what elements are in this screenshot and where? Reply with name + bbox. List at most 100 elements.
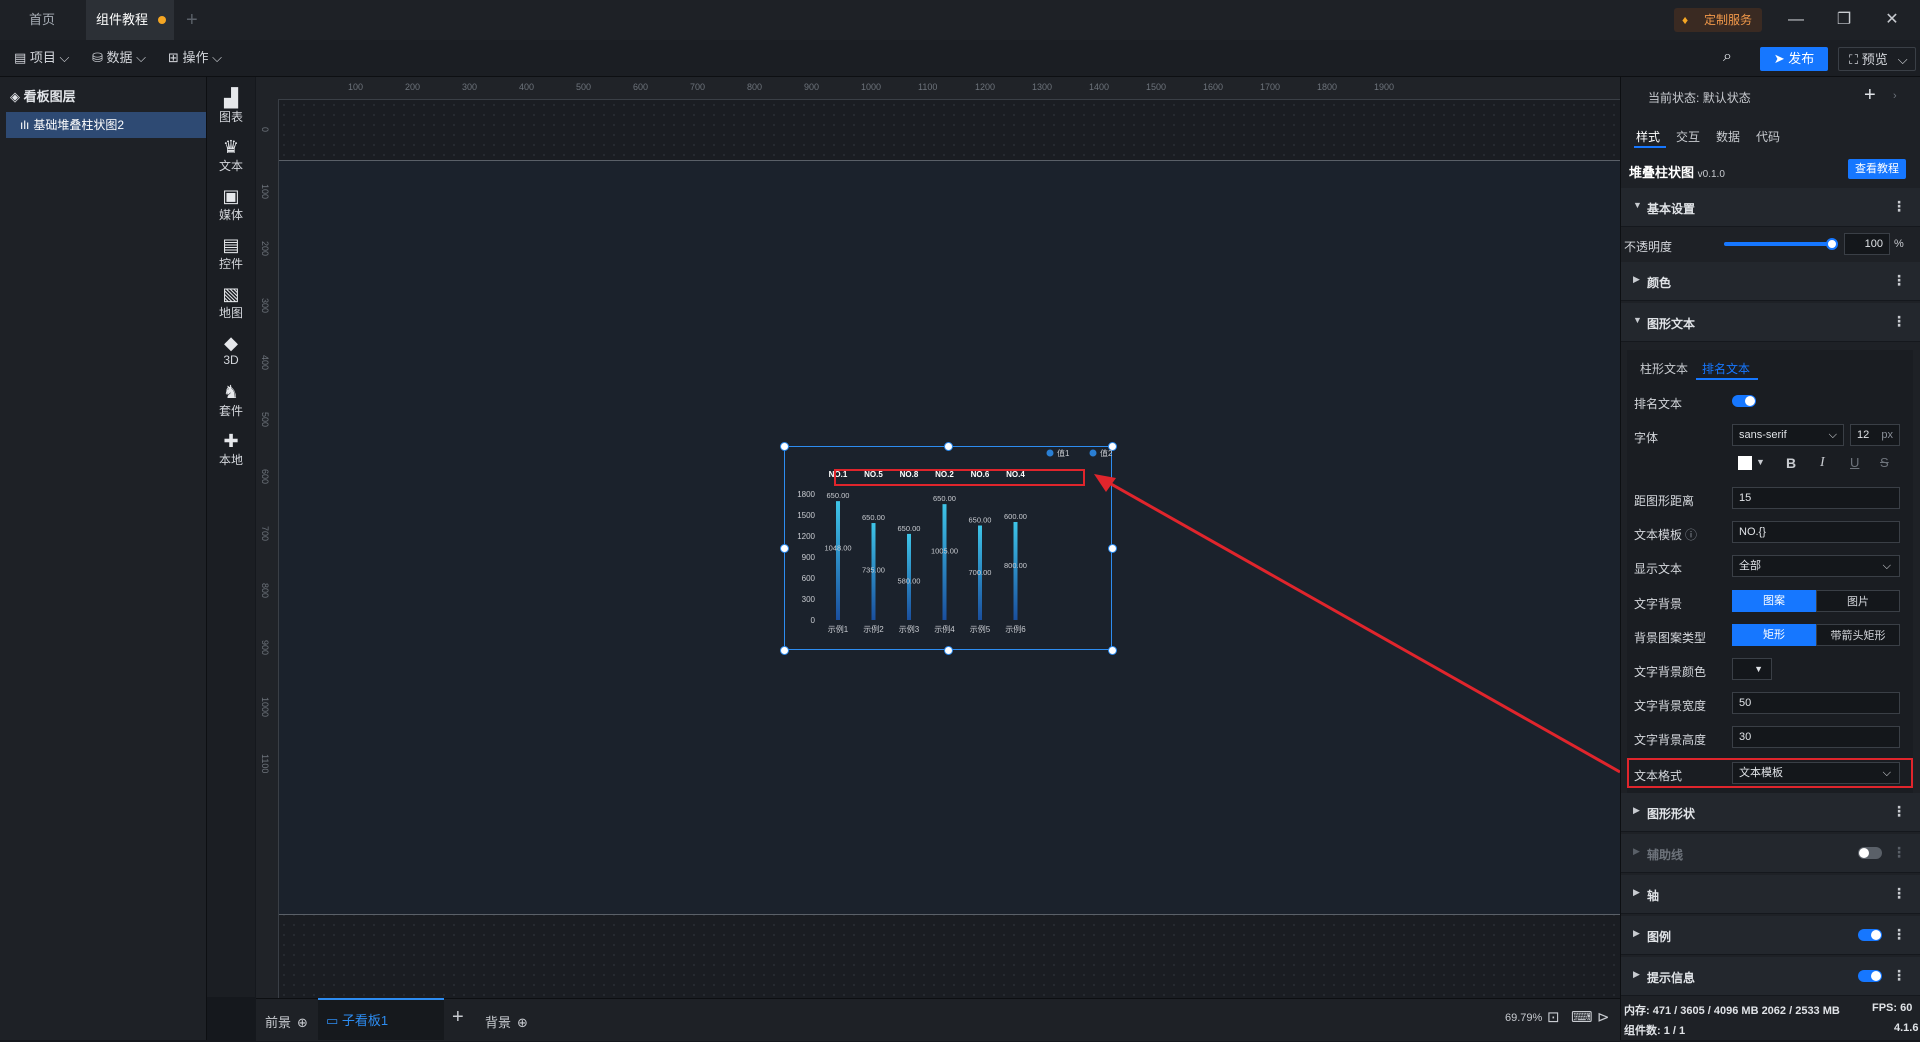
ruler-tick-label: 800: [747, 82, 763, 92]
subtab-bar-text[interactable]: 柱形文本: [1640, 360, 1688, 377]
rail-item-4[interactable]: ▤ 控件: [207, 235, 255, 272]
add-state-icon[interactable]: +: [1864, 84, 1876, 107]
keyboard-icon[interactable]: ⌨: [1571, 1008, 1593, 1026]
rail-item-3[interactable]: ▣ 媒体: [207, 186, 255, 223]
display-text-select[interactable]: 全部 ⌵: [1732, 555, 1900, 577]
bg-width-input[interactable]: 50: [1732, 692, 1900, 714]
add-circle-icon[interactable]: ⊕: [297, 1015, 308, 1030]
help-icon[interactable]: ⓘ: [1685, 528, 1697, 542]
more-icon[interactable]: ⋮: [1892, 844, 1906, 861]
active-tab-indicator: [1634, 146, 1666, 148]
more-icon[interactable]: ⋮: [1892, 885, 1906, 902]
rank-text-highlight: [834, 469, 1085, 486]
more-icon[interactable]: ⋮: [1892, 198, 1906, 215]
section-basic[interactable]: ▼ 基本设置 ⋮: [1621, 188, 1920, 227]
more-icon[interactable]: ⋮: [1892, 803, 1906, 820]
font-label: 字体: [1634, 431, 1659, 445]
restore-icon[interactable]: ❐: [1830, 8, 1858, 32]
opacity-slider[interactable]: [1724, 238, 1838, 250]
italic-icon[interactable]: I: [1820, 455, 1825, 471]
search-icon[interactable]: ⌕: [1723, 48, 1732, 66]
bar: [1013, 522, 1018, 620]
more-icon[interactable]: ⋮: [1892, 967, 1906, 984]
bg-height-input[interactable]: 30: [1732, 726, 1900, 748]
menu-operation[interactable]: ⊞ 操作 ⌵: [168, 48, 222, 68]
title-bar: [0, 0, 1920, 40]
section-legend[interactable]: ▶ 图例 ⋮: [1621, 916, 1920, 955]
tab-home[interactable]: 首页: [0, 0, 84, 40]
tooltip-toggle[interactable]: [1858, 970, 1882, 982]
ruler-tick-label: 800: [260, 583, 270, 599]
sub-board-tab[interactable]: ▭ 子看板1: [318, 998, 444, 1040]
menu-project[interactable]: ▤ 项目 ⌵: [14, 48, 69, 68]
media-icon: ▣: [222, 186, 240, 206]
aux-line-toggle[interactable]: [1858, 847, 1882, 859]
publish-button[interactable]: ➤ 发布: [1760, 47, 1828, 71]
widget-icon: ▤: [222, 235, 240, 255]
view-tutorial-button[interactable]: 查看教程: [1848, 159, 1906, 179]
bar: [836, 501, 840, 620]
section-color[interactable]: ▶ 颜色 ⋮: [1621, 262, 1920, 301]
bg-color-picker[interactable]: ▼: [1732, 658, 1772, 680]
bold-icon[interactable]: B: [1786, 455, 1796, 471]
section-graph-shape[interactable]: ▶ 图形形状 ⋮: [1621, 793, 1920, 832]
distance-input[interactable]: 15: [1732, 487, 1900, 509]
more-icon[interactable]: ⋮: [1892, 272, 1906, 289]
rail-item-1[interactable]: ▟ 图表: [207, 88, 255, 125]
strikethrough-icon[interactable]: S: [1880, 455, 1889, 470]
section-aux-line[interactable]: ▶ 辅助线 ⋮: [1621, 834, 1920, 873]
new-tab-icon[interactable]: +: [186, 9, 198, 32]
font-select[interactable]: sans-serif ⌵: [1732, 424, 1844, 446]
background-tab[interactable]: 背景 ⊕: [485, 1012, 528, 1031]
add-board-button[interactable]: +: [452, 1006, 464, 1029]
pattern-arrow-rect-option[interactable]: 带箭头矩形: [1816, 624, 1900, 646]
caret-down-icon[interactable]: ▼: [1756, 457, 1765, 467]
rail-item-label: 地图: [218, 306, 243, 320]
subtab-rank-text[interactable]: 排名文本: [1702, 360, 1750, 377]
legend-marker: [1046, 449, 1054, 457]
section-tooltip[interactable]: ▶ 提示信息 ⋮: [1621, 957, 1920, 996]
layer-item[interactable]: ılı 基础堆叠柱状图2: [6, 112, 206, 138]
section-axis[interactable]: ▶ 轴 ⋮: [1621, 875, 1920, 914]
text-bg-pattern-option[interactable]: 图案: [1732, 590, 1816, 612]
tab-code[interactable]: 代码: [1756, 128, 1780, 145]
text-format-highlight: [1627, 758, 1913, 788]
tab-interaction[interactable]: 交互: [1676, 128, 1700, 145]
opacity-input[interactable]: 100: [1844, 233, 1890, 255]
rail-item-6[interactable]: ◆ 3D: [207, 333, 255, 367]
x-tick-label: 示例3: [899, 624, 920, 634]
preview-button[interactable]: ⛶ 预览 ⌵: [1838, 47, 1916, 71]
rank-text-toggle[interactable]: [1732, 395, 1756, 407]
rail-item-2[interactable]: ♛ 文本: [207, 137, 255, 174]
foreground-tab[interactable]: 前景 ⊕: [265, 1012, 308, 1031]
opacity-slider-handle[interactable]: [1826, 238, 1838, 250]
custom-service-button[interactable]: ♦ 定制服务: [1674, 8, 1762, 32]
zoom-level[interactable]: 69.79%: [1505, 1012, 1542, 1024]
bar-chart-icon: ılı: [20, 118, 30, 132]
minimize-icon[interactable]: —: [1782, 8, 1810, 32]
text-bg-image-option[interactable]: 图片: [1816, 590, 1900, 612]
menu-data[interactable]: ⛁ 数据 ⌵: [92, 48, 146, 68]
terminal-icon[interactable]: ⊳: [1597, 1008, 1610, 1026]
font-color-swatch[interactable]: [1738, 456, 1752, 470]
template-input[interactable]: NO.{}: [1732, 521, 1900, 543]
close-icon[interactable]: ✕: [1878, 8, 1906, 32]
more-icon[interactable]: ⋮: [1892, 926, 1906, 943]
pattern-rect-option[interactable]: 矩形: [1732, 624, 1816, 646]
fit-screen-icon[interactable]: ⊡: [1547, 1008, 1560, 1026]
tab-style[interactable]: 样式: [1636, 128, 1660, 145]
rail-item-8[interactable]: ✚ 本地: [207, 431, 255, 468]
chevron-right-icon[interactable]: ›: [1893, 90, 1897, 102]
font-size-input[interactable]: 12 px: [1850, 424, 1900, 446]
legend-toggle[interactable]: [1858, 929, 1882, 941]
more-icon[interactable]: ⋮: [1892, 313, 1906, 330]
section-graph-text[interactable]: ▼ 图形文本 ⋮: [1621, 303, 1920, 342]
tab-data[interactable]: 数据: [1716, 128, 1740, 145]
gem-icon: ♦: [1682, 13, 1689, 27]
bar-value-label: 650.00: [862, 513, 885, 522]
rail-item-7[interactable]: ♞ 套件: [207, 382, 255, 419]
underline-icon[interactable]: U: [1850, 455, 1859, 470]
add-circle-icon[interactable]: ⊕: [517, 1015, 528, 1030]
rail-item-5[interactable]: ▧ 地图: [207, 284, 255, 321]
ruler-tick-label: 1400: [1089, 82, 1110, 92]
